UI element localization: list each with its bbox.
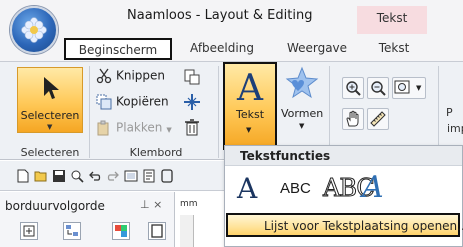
panel-pin-close[interactable]: ⊥ ×	[140, 198, 162, 211]
hoop-icon[interactable]	[160, 169, 174, 183]
duplicate-icon[interactable]	[183, 93, 201, 111]
application-button[interactable]	[10, 6, 58, 54]
dropdown-title: Tekstfuncties	[240, 149, 331, 163]
paste-label: Plakken	[116, 120, 163, 135]
text-a-icon: A	[237, 68, 263, 109]
chevron-down-icon: ▼	[299, 122, 305, 130]
flower-logo-icon	[21, 17, 47, 43]
shapes-button-label: Vormen	[281, 107, 324, 120]
cut-label: Knippen	[116, 68, 166, 83]
expand-icon	[23, 225, 35, 237]
context-tab-text: Tekst	[357, 6, 427, 34]
open-text-placement-list-label: Lijst voor Tekstplaatsing openen...	[264, 219, 463, 233]
cursor-arrow-icon	[44, 77, 59, 99]
open-text-placement-list-button[interactable]: Lijst voor Tekstplaatsing openen...	[226, 213, 463, 237]
truncated-ribbon-label: imp	[447, 122, 463, 135]
chevron-down-icon: ▼	[166, 125, 172, 134]
color-blocks-icon	[115, 225, 127, 237]
save-icon[interactable]	[52, 169, 66, 183]
text-sample-fancy[interactable]: A	[362, 170, 384, 206]
frame-icon	[151, 224, 163, 238]
hand-icon	[346, 110, 359, 127]
new-file-icon[interactable]	[16, 169, 30, 183]
chevron-down-icon: ▼	[47, 123, 53, 131]
vertical-ruler	[180, 215, 194, 247]
shapes-button[interactable]: Vormen ▼	[281, 64, 323, 134]
sort-button[interactable]	[63, 222, 81, 240]
paste-button[interactable]: Plakken ▼	[96, 120, 172, 140]
text-button-label: Tekst	[235, 108, 265, 121]
tab-home[interactable]: Beginscherm	[64, 38, 172, 60]
open-folder-icon[interactable]	[34, 169, 48, 183]
scissors-icon	[96, 68, 112, 84]
zoom-fit-button[interactable]: ▼	[392, 77, 426, 99]
chevron-down-icon: ▼	[246, 126, 252, 134]
tab-text[interactable]: Tekst	[370, 38, 418, 60]
measure-button[interactable]	[367, 108, 389, 130]
zoom-fit-icon	[394, 80, 410, 94]
group-label-clipboard: Klembord	[129, 146, 183, 159]
zoom-icon[interactable]	[70, 169, 84, 183]
ruler-icon	[370, 111, 386, 127]
copy-button[interactable]: Kopiëren	[96, 94, 169, 114]
redo-icon[interactable]	[106, 169, 120, 183]
copy-label: Kopiëren	[116, 94, 169, 109]
design-settings-icon[interactable]	[142, 169, 156, 183]
zoom-in-icon	[346, 81, 361, 96]
group-divider	[89, 66, 90, 158]
zoom-out-button[interactable]	[367, 77, 389, 99]
expand-button[interactable]	[20, 222, 38, 240]
paste-special-icon[interactable]	[183, 68, 201, 86]
sort-icon	[66, 225, 78, 236]
text-sample-plain[interactable]: A	[237, 172, 257, 208]
preview-icon[interactable]	[124, 169, 138, 183]
panel-title: borduurvolgorde	[5, 199, 105, 213]
tab-image[interactable]: Afbeelding	[186, 38, 258, 60]
paste-icon	[97, 120, 109, 136]
cut-button[interactable]: Knippen	[96, 68, 165, 88]
text-button[interactable]: A Tekst ▼	[223, 62, 277, 150]
pan-button[interactable]	[342, 108, 364, 130]
select-button[interactable]: Selecteren ▼	[17, 67, 83, 133]
zoom-in-button[interactable]	[342, 77, 364, 99]
ruler-unit-label: mm	[180, 199, 198, 209]
delete-icon[interactable]	[183, 118, 201, 136]
group-label-select: Selecteren	[20, 146, 80, 159]
text-sample-abc[interactable]: ABC	[280, 180, 311, 216]
truncated-ribbon-label: P	[446, 106, 453, 119]
copy-icon	[96, 94, 112, 110]
undo-icon[interactable]	[88, 169, 102, 183]
window-title: Naamloos - Layout & Editing	[127, 8, 313, 23]
select-button-label: Selecteren	[20, 109, 80, 122]
frame-button[interactable]	[148, 222, 166, 240]
zoom-out-icon	[371, 81, 386, 96]
chevron-down-icon: ▼	[416, 84, 422, 92]
star-heart-shapes-icon	[285, 66, 319, 99]
group-divider	[218, 66, 219, 158]
tab-view[interactable]: Weergave	[285, 38, 349, 60]
color-sort-button[interactable]	[112, 222, 130, 240]
